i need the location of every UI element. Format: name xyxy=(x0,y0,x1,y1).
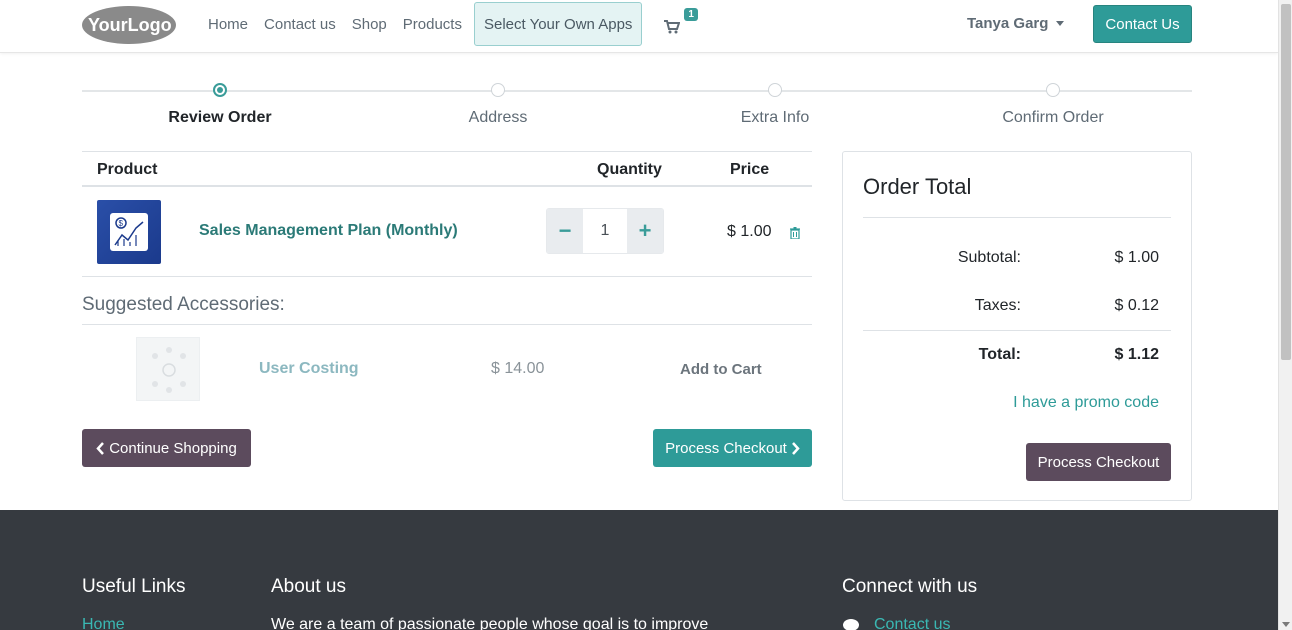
step-extra-info: Extra Info xyxy=(675,82,875,127)
nav-shop[interactable]: Shop xyxy=(344,16,395,33)
cart-link[interactable]: 1 xyxy=(664,8,698,34)
footer-link-contact-us[interactable]: Contact us xyxy=(874,616,950,630)
comment-icon xyxy=(843,619,859,630)
footer: Useful Links Home About us We are a team… xyxy=(0,510,1278,630)
scrollbar-thumb[interactable] xyxy=(1281,4,1291,360)
step-label: Extra Info xyxy=(740,109,810,126)
logo[interactable]: YourLogo xyxy=(82,6,177,44)
total-value: $ 1.12 xyxy=(1114,346,1159,363)
chevron-down-icon xyxy=(1056,21,1065,26)
step-dot xyxy=(491,83,505,97)
card-process-checkout-button[interactable]: Process Checkout xyxy=(1026,443,1171,481)
list-item: User Costing $ 14.00 Add to Cart xyxy=(82,325,812,413)
total-label: Total: xyxy=(978,346,1021,363)
chevron-right-icon xyxy=(791,441,800,455)
nav-home[interactable]: Home xyxy=(200,16,256,33)
logo-text: YourLogo xyxy=(88,15,172,35)
connect-title: Connect with us xyxy=(842,576,978,597)
step-confirm-order: Confirm Order xyxy=(953,82,1153,127)
step-label: Confirm Order xyxy=(1002,109,1104,126)
cart-table: Product Quantity Price $ Sales Managemen… xyxy=(82,151,812,277)
step-label: Review Order xyxy=(168,109,272,126)
continue-shopping-button[interactable]: Continue Shopping xyxy=(82,429,251,467)
nav-products[interactable]: Products xyxy=(395,16,470,33)
step-review-order: Review Order xyxy=(120,82,320,127)
plus-icon: + xyxy=(638,218,652,243)
taxes-value: $ 0.12 xyxy=(1114,297,1159,314)
nav-contact-us[interactable]: Contact us xyxy=(256,16,344,33)
trash-icon[interactable] xyxy=(790,227,800,239)
user-name: Tanya Garg xyxy=(967,15,1049,32)
order-total-title: Order Total xyxy=(863,174,972,199)
step-dot xyxy=(1046,83,1060,97)
shopping-cart-icon xyxy=(664,20,681,34)
about-us-title: About us xyxy=(271,576,346,597)
chevron-left-icon xyxy=(96,441,105,455)
product-price: $ 1.00 xyxy=(727,223,772,240)
continue-shopping-label: Continue Shopping xyxy=(109,439,237,457)
subtotal-value: $ 1.00 xyxy=(1114,249,1159,266)
header-product: Product xyxy=(97,161,158,178)
subtotal-label: Subtotal: xyxy=(957,249,1021,266)
header-price: Price xyxy=(730,161,770,178)
quantity-stepper: − 1 + xyxy=(546,208,664,254)
select-apps-button[interactable]: Select Your Own Apps xyxy=(473,2,643,46)
step-dot xyxy=(213,83,227,97)
increase-quantity-button[interactable]: + xyxy=(627,209,663,253)
process-checkout-label: Process Checkout xyxy=(665,439,787,457)
promo-code-link[interactable]: I have a promo code xyxy=(1013,394,1159,412)
decrease-quantity-button[interactable]: − xyxy=(547,209,583,253)
minus-icon: − xyxy=(558,218,572,243)
divider xyxy=(863,217,1171,218)
useful-links-title: Useful Links xyxy=(82,576,186,597)
header-quantity: Quantity xyxy=(597,161,662,178)
accessory-image[interactable] xyxy=(136,337,200,401)
table-row: $ Sales Management Plan (Monthly) − 1 + … xyxy=(82,187,812,277)
svg-text:$: $ xyxy=(119,219,124,228)
main-nav: Home Contact us Shop Products Select You… xyxy=(200,0,698,48)
step-address: Address xyxy=(398,82,598,127)
sales-chart-icon: $ xyxy=(110,213,148,251)
contact-us-button[interactable]: Contact Us xyxy=(1093,5,1192,43)
process-checkout-button[interactable]: Process Checkout xyxy=(653,429,812,467)
add-to-cart-link[interactable]: Add to Cart xyxy=(680,361,762,378)
page-scrollbar[interactable] xyxy=(1278,0,1292,630)
checkout-progress: Review Order Address Extra Info Confirm … xyxy=(82,82,1192,132)
accessory-name-link[interactable]: User Costing xyxy=(259,360,359,378)
accessory-price: $ 14.00 xyxy=(491,360,545,377)
step-label: Address xyxy=(468,109,528,126)
product-image[interactable]: $ xyxy=(97,200,161,264)
order-total-card: Order Total Subtotal: $ 1.00 Taxes: $ 0.… xyxy=(842,151,1192,501)
about-us-text: We are a team of passionate people whose… xyxy=(271,616,709,630)
divider xyxy=(863,330,1171,331)
table-header: Product Quantity Price xyxy=(82,151,812,187)
user-menu[interactable]: Tanya Garg xyxy=(967,15,1065,32)
taxes-label: Taxes: xyxy=(974,297,1021,314)
quantity-input[interactable]: 1 xyxy=(583,209,627,253)
footer-link-home[interactable]: Home xyxy=(82,616,125,630)
cart-count-badge: 1 xyxy=(684,8,698,21)
step-dot xyxy=(768,83,782,97)
scroll-down-arrow-icon[interactable] xyxy=(1282,622,1290,627)
suggested-accessories-title: Suggested Accessories: xyxy=(82,294,285,315)
top-navbar: YourLogo Home Contact us Shop Products S… xyxy=(0,0,1278,53)
user-costing-icon xyxy=(152,347,186,393)
product-name-link[interactable]: Sales Management Plan (Monthly) xyxy=(199,222,458,240)
